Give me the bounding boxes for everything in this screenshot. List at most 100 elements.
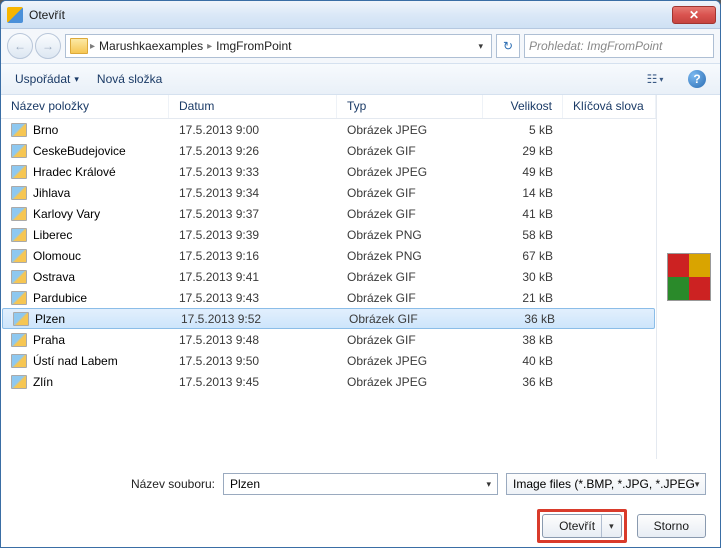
file-size: 5 kB	[483, 123, 563, 137]
table-row[interactable]: Pardubice17.5.2013 9:43Obrázek GIF21 kB	[1, 287, 656, 308]
file-type: Obrázek JPEG	[337, 354, 483, 368]
close-icon: ✕	[689, 8, 699, 22]
image-file-icon	[11, 270, 27, 284]
chevron-down-icon: ▾	[695, 479, 700, 490]
breadcrumb-item[interactable]: ImgFromPoint	[214, 39, 293, 53]
file-name: Ostrava	[33, 270, 75, 284]
table-row[interactable]: Liberec17.5.2013 9:39Obrázek PNG58 kB	[1, 224, 656, 245]
image-file-icon	[11, 354, 27, 368]
file-name: Jihlava	[33, 186, 70, 200]
folder-icon	[70, 38, 88, 54]
file-type: Obrázek PNG	[337, 228, 483, 242]
image-file-icon	[11, 228, 27, 242]
back-button[interactable]: ←	[7, 33, 33, 59]
table-row[interactable]: Brno 17.5.2013 9:00Obrázek JPEG5 kB	[1, 119, 656, 140]
table-row[interactable]: Hradec Králové 17.5.2013 9:33Obrázek JPEG…	[1, 161, 656, 182]
view-icon: ☷	[647, 72, 658, 86]
table-row[interactable]: Ústí nad Labem 17.5.2013 9:50Obrázek JPEG…	[1, 350, 656, 371]
file-name: Brno	[33, 123, 58, 137]
file-name: Hradec Králové	[33, 165, 116, 179]
chevron-down-icon[interactable]: ▾	[474, 41, 487, 52]
file-date: 17.5.2013 9:43	[169, 291, 337, 305]
image-file-icon	[11, 291, 27, 305]
file-type: Obrázek GIF	[337, 270, 483, 284]
file-date: 17.5.2013 9:00	[169, 123, 337, 137]
close-button[interactable]: ✕	[672, 6, 716, 24]
refresh-icon: ↻	[503, 39, 513, 53]
file-type: Obrázek GIF	[337, 144, 483, 158]
file-date: 17.5.2013 9:41	[169, 270, 337, 284]
file-size: 36 kB	[483, 375, 563, 389]
organize-button[interactable]: Uspořádat ▾	[15, 72, 79, 86]
titlebar: Otevřít ✕	[1, 1, 720, 29]
file-date: 17.5.2013 9:34	[169, 186, 337, 200]
file-type: Obrázek JPEG	[337, 165, 483, 179]
search-placeholder: Prohledat: ImgFromPoint	[529, 39, 662, 53]
image-file-icon	[11, 375, 27, 389]
file-name: Ústí nad Labem	[33, 354, 118, 368]
open-button[interactable]: Otevřít ▾	[542, 514, 622, 538]
window-title: Otevřít	[29, 8, 672, 22]
table-row[interactable]: Ostrava17.5.2013 9:41Obrázek GIF30 kB	[1, 266, 656, 287]
file-date: 17.5.2013 9:48	[169, 333, 337, 347]
toolbar: Uspořádat ▾ Nová složka ☷▾ ?	[1, 63, 720, 95]
file-size: 67 kB	[483, 249, 563, 263]
address-bar[interactable]: ▸ Marushkaexamples ▸ ImgFromPoint ▾	[65, 34, 492, 58]
column-size[interactable]: Velikost	[483, 95, 563, 118]
cancel-button[interactable]: Storno	[637, 514, 706, 538]
table-row[interactable]: Olomouc17.5.2013 9:16Obrázek PNG67 kB	[1, 245, 656, 266]
file-type: Obrázek JPEG	[337, 375, 483, 389]
help-icon: ?	[693, 72, 700, 86]
file-name: Karlovy Vary	[33, 207, 100, 221]
filter-label: Image files (*.BMP, *.JPG, *.JPEG	[513, 477, 695, 491]
table-row[interactable]: CeskeBudejovice17.5.2013 9:26Obrázek GIF…	[1, 140, 656, 161]
breadcrumb-item[interactable]: Marushkaexamples	[97, 39, 205, 53]
file-type: Obrázek GIF	[337, 333, 483, 347]
file-size: 58 kB	[483, 228, 563, 242]
filter-select[interactable]: Image files (*.BMP, *.JPG, *.JPEG ▾	[506, 473, 706, 495]
nav-buttons: ← →	[7, 33, 61, 59]
file-date: 17.5.2013 9:33	[169, 165, 337, 179]
chevron-down-icon: ▾	[659, 75, 663, 84]
file-name: Liberec	[33, 228, 72, 242]
file-size: 41 kB	[483, 207, 563, 221]
new-folder-button[interactable]: Nová složka	[97, 72, 162, 86]
file-list: Název položky Datum Typ Velikost Klíčová…	[1, 95, 656, 459]
refresh-button[interactable]: ↻	[496, 34, 520, 58]
table-row[interactable]: Karlovy Vary17.5.2013 9:37Obrázek GIF41 …	[1, 203, 656, 224]
file-date: 17.5.2013 9:50	[169, 354, 337, 368]
filename-input[interactable]: Plzen ▾	[223, 473, 498, 495]
table-row[interactable]: Jihlava17.5.2013 9:34Obrázek GIF14 kB	[1, 182, 656, 203]
image-file-icon	[11, 333, 27, 347]
file-name: Olomouc	[33, 249, 81, 263]
chevron-down-icon[interactable]: ▾	[601, 515, 621, 537]
view-button[interactable]: ☷▾	[640, 69, 670, 89]
image-file-icon	[11, 207, 27, 221]
file-type: Obrázek GIF	[337, 291, 483, 305]
table-row[interactable]: Plzen17.5.2013 9:52Obrázek GIF36 kB	[2, 308, 655, 329]
preview-image	[667, 253, 711, 301]
file-date: 17.5.2013 9:37	[169, 207, 337, 221]
file-date: 17.5.2013 9:52	[171, 312, 339, 326]
content-area: Název položky Datum Typ Velikost Klíčová…	[1, 95, 720, 459]
table-row[interactable]: Zlín17.5.2013 9:45Obrázek JPEG36 kB	[1, 371, 656, 392]
filename-value: Plzen	[230, 477, 260, 491]
open-highlight: Otevřít ▾	[537, 509, 627, 543]
file-date: 17.5.2013 9:16	[169, 249, 337, 263]
search-input[interactable]: Prohledat: ImgFromPoint	[524, 34, 714, 58]
column-name[interactable]: Název položky	[1, 95, 169, 118]
column-type[interactable]: Typ	[337, 95, 483, 118]
column-date[interactable]: Datum	[169, 95, 337, 118]
forward-button[interactable]: →	[35, 33, 61, 59]
chevron-right-icon: ▸	[90, 41, 95, 52]
column-keywords[interactable]: Klíčová slova	[563, 95, 656, 118]
file-size: 38 kB	[483, 333, 563, 347]
file-name: Pardubice	[33, 291, 87, 305]
chevron-down-icon[interactable]: ▾	[486, 479, 491, 490]
help-button[interactable]: ?	[688, 70, 706, 88]
table-row[interactable]: Praha 17.5.2013 9:48Obrázek GIF38 kB	[1, 329, 656, 350]
file-name: Praha	[33, 333, 65, 347]
image-file-icon	[11, 144, 27, 158]
file-type: Obrázek JPEG	[337, 123, 483, 137]
chevron-right-icon: ▸	[207, 41, 212, 52]
